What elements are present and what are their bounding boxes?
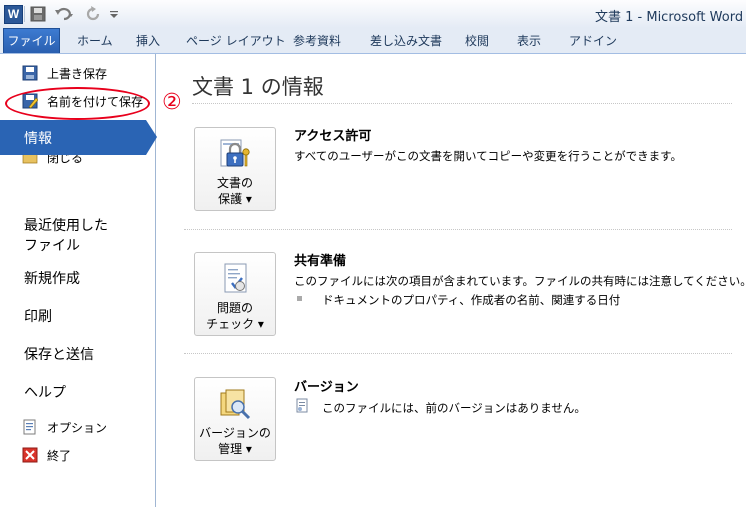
versions-button-line1: バージョンの — [199, 426, 271, 440]
title-bar: W 文書 1 - Microsoft Word — [0, 0, 746, 28]
protect-button-line1: 文書の — [216, 176, 253, 190]
prepare-sharing-item: ドキュメントのプロパティ、作成者の名前、関連する日付 — [322, 293, 621, 307]
check-button-line2: チェック ▾ — [206, 317, 264, 331]
ribbon-tabs: ファイル ホーム 挿入 ページ レイアウト 参考資料 差し込み文書 校閲 表示 … — [0, 28, 746, 54]
menu-info-label: 情報 — [24, 131, 52, 147]
options-icon — [23, 419, 36, 435]
versions-button-line2: 管理 ▾ — [218, 442, 252, 456]
protect-document-button[interactable]: 文書の 保護 ▾ — [194, 127, 276, 211]
annotation-highlight-ellipse — [5, 87, 150, 120]
menu-print[interactable]: 印刷 — [24, 307, 52, 327]
tab-add-ins[interactable]: アドイン — [569, 32, 617, 49]
page-title: 文書 1 の情報 — [192, 75, 324, 99]
menu-options-label: オプション — [47, 420, 108, 435]
qat-separator — [24, 6, 25, 22]
tab-file[interactable]: ファイル — [3, 28, 60, 53]
versions-text: このファイルには、前のバージョンはありません。 — [322, 401, 586, 415]
redo-icon[interactable] — [86, 5, 100, 23]
exit-icon — [22, 447, 38, 463]
menu-recent[interactable]: 最近使用した ファイル — [24, 216, 108, 256]
window-title: 文書 1 - Microsoft Word — [595, 10, 744, 25]
tab-mailings[interactable]: 差し込み文書 — [370, 32, 442, 49]
check-issues-button[interactable]: 問題の チェック ▾ — [194, 252, 276, 336]
lock-keys-icon — [220, 139, 250, 167]
menu-info[interactable] — [0, 120, 146, 155]
save-icon[interactable] — [30, 5, 46, 23]
menu-info-pointer — [146, 120, 157, 155]
menu-recent-line2: ファイル — [24, 238, 80, 254]
check-button-line1: 問題の — [216, 301, 253, 315]
title-divider — [192, 103, 732, 104]
prepare-sharing-text: このファイルには次の項目が含まれています。ファイルの共有時には注意してください。 — [294, 274, 746, 288]
menu-save-label: 上書き保存 — [47, 66, 108, 81]
menu-options[interactable]: オプション — [22, 417, 107, 437]
document-versions-icon — [220, 389, 251, 420]
prepare-sharing-heading: 共有準備 — [294, 254, 347, 269]
versions-heading: バージョン — [294, 380, 359, 395]
bullet-marker — [297, 296, 302, 301]
menu-save[interactable]: 上書き保存 — [22, 63, 107, 83]
word-app-icon[interactable]: W — [4, 5, 23, 24]
tab-view[interactable]: 表示 — [517, 32, 541, 49]
permissions-heading: アクセス許可 — [294, 129, 372, 144]
customize-qat-icon[interactable] — [108, 5, 120, 23]
menu-help[interactable]: ヘルプ — [24, 383, 66, 403]
protect-button-line2: 保護 ▾ — [218, 192, 252, 206]
menu-exit-label: 終了 — [47, 448, 72, 463]
tab-insert[interactable]: 挿入 — [136, 32, 160, 49]
tab-references[interactable]: 参考資料 — [293, 32, 341, 49]
menu-exit[interactable]: 終了 — [22, 445, 71, 465]
menu-recent-line1: 最近使用した — [24, 218, 108, 234]
manage-versions-button[interactable]: バージョンの 管理 ▾ — [194, 377, 276, 461]
section-divider — [184, 353, 732, 354]
menu-new[interactable]: 新規作成 — [24, 269, 80, 289]
tab-review[interactable]: 校閲 — [465, 32, 489, 49]
tab-home[interactable]: ホーム — [77, 32, 113, 49]
section-divider — [184, 229, 732, 230]
annotation-number: ② — [162, 90, 182, 115]
permissions-text: すべてのユーザーがこの文書を開いてコピーや変更を行うことができます。 — [294, 149, 683, 163]
tab-page-layout[interactable]: ページ レイアウト — [186, 32, 286, 49]
save-icon — [22, 65, 38, 81]
menu-save-send[interactable]: 保存と送信 — [24, 345, 94, 365]
checklist-icon — [224, 263, 247, 293]
undo-icon[interactable] — [54, 5, 74, 23]
document-icon — [296, 398, 308, 413]
